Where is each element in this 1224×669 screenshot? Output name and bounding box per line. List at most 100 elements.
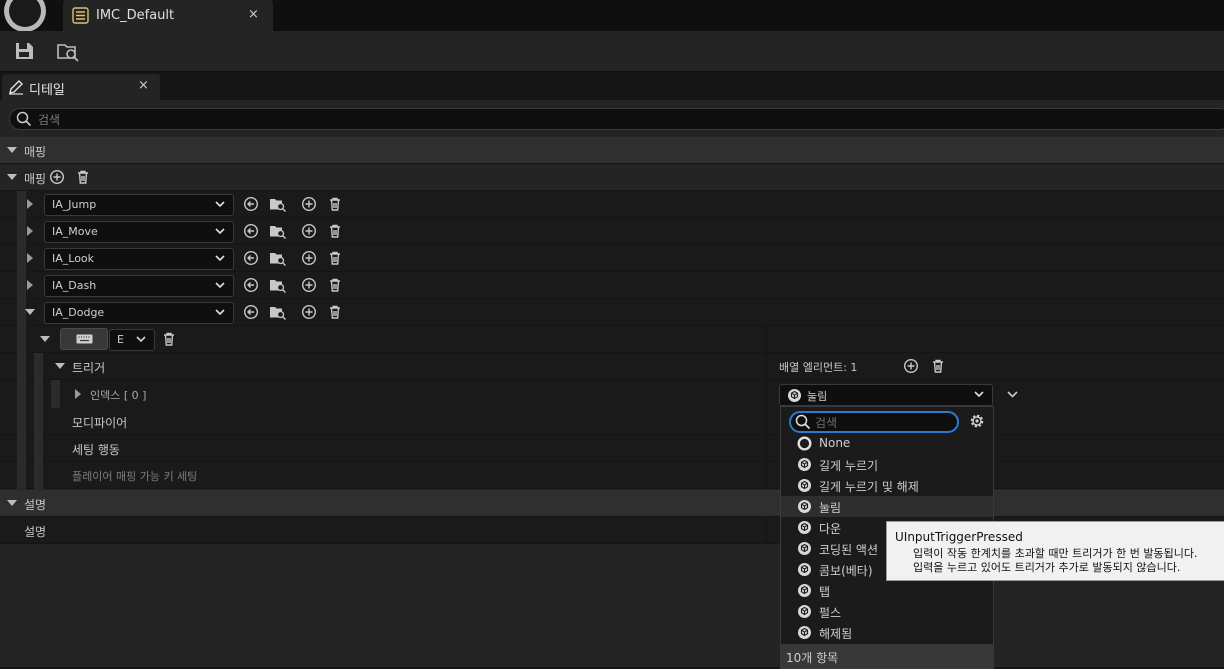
document-tab[interactable]: IMC_Default ×: [63, 0, 273, 31]
collapse-arrow-icon[interactable]: [7, 500, 17, 506]
none-icon: [797, 436, 812, 451]
use-selected-icon[interactable]: [243, 304, 259, 320]
close-icon[interactable]: ×: [248, 7, 259, 22]
section-description[interactable]: 설명: [0, 490, 1224, 517]
mappings-array-row: 매핑: [0, 164, 1224, 191]
menu-item-label: 코딩된 액션: [819, 543, 879, 557]
trigger-icon: [787, 388, 802, 403]
browse-asset-icon: [57, 44, 79, 62]
browse-asset-icon[interactable]: [269, 277, 287, 293]
trash-icon[interactable]: [930, 358, 946, 374]
use-selected-icon[interactable]: [243, 277, 259, 293]
tab-details[interactable]: 디테일 ×: [2, 74, 160, 100]
browse-asset-icon[interactable]: [269, 304, 287, 320]
section-mappings[interactable]: 매핑: [0, 137, 1224, 164]
collapse-arrow-icon[interactable]: [40, 336, 50, 342]
modifiers-label: 모디파이어: [72, 416, 128, 430]
expand-arrow-icon[interactable]: [27, 253, 33, 263]
input-action-combo[interactable]: IA_Dodge: [44, 302, 234, 324]
collapse-arrow-icon[interactable]: [7, 174, 17, 180]
trigger-icon: [797, 499, 812, 514]
input-action-combo[interactable]: IA_Look: [44, 248, 234, 270]
expand-arrow-icon[interactable]: [27, 280, 33, 290]
menu-item[interactable]: 펄스: [781, 601, 993, 622]
menu-search-placeholder: 검색: [815, 416, 838, 430]
trash-icon[interactable]: [327, 277, 343, 293]
trash-icon[interactable]: [327, 250, 343, 266]
key-combo[interactable]: E: [109, 329, 155, 351]
use-selected-icon[interactable]: [243, 196, 259, 212]
mapping-row: IA_Dodge: [0, 299, 1224, 326]
section-description-label: 설명: [24, 498, 47, 512]
chevron-down-icon: [215, 253, 225, 263]
menu-item[interactable]: 눌림: [781, 496, 993, 517]
add-element-icon[interactable]: [301, 277, 317, 293]
key-value: E: [117, 333, 124, 346]
player-mappable-row: 플레이어 매핑 가능 키 세팅: [0, 462, 1224, 489]
search-input[interactable]: 검색: [9, 108, 1224, 130]
trigger-icon: [797, 478, 812, 493]
menu-item[interactable]: 탭: [781, 580, 993, 601]
tab-details-label: 디테일: [29, 83, 65, 98]
browse-asset-icon[interactable]: [269, 223, 287, 239]
input-mapping-context-icon: [72, 7, 89, 24]
menu-item[interactable]: 길게 누르기 및 해제: [781, 475, 993, 496]
section-mappings-label: 매핑: [24, 145, 47, 159]
trash-icon[interactable]: [327, 196, 343, 212]
input-action-combo[interactable]: IA_Jump: [44, 194, 234, 216]
browse-asset-icon[interactable]: [269, 250, 287, 266]
menu-item[interactable]: 해제됨: [781, 622, 993, 643]
add-element-icon[interactable]: [301, 223, 317, 239]
chevron-down-icon: [974, 389, 984, 399]
menu-item[interactable]: 길게 누르기: [781, 454, 993, 475]
add-element-icon[interactable]: [301, 196, 317, 212]
browse-asset-button[interactable]: [55, 38, 81, 64]
trigger-index-row: 인덱스 [ 0 ] 눌림: [0, 380, 1224, 409]
trash-icon[interactable]: [161, 331, 177, 347]
trigger-type-combo[interactable]: 눌림: [779, 384, 993, 406]
tooltip: UInputTriggerPressed 입력이 작동 한계치를 초과할 때만 …: [886, 521, 1224, 581]
trigger-icon: [797, 604, 812, 619]
expand-arrow-icon[interactable]: [27, 226, 33, 236]
browse-asset-icon[interactable]: [269, 196, 287, 212]
player-mappable-label: 플레이어 매핑 가능 키 세팅: [72, 470, 198, 483]
chevron-down-icon: [215, 226, 225, 236]
menu-item[interactable]: None: [781, 433, 993, 454]
description-label: 설명: [24, 525, 47, 539]
title-bar: IMC_Default ×: [0, 0, 1224, 32]
use-selected-icon[interactable]: [243, 223, 259, 239]
trash-icon[interactable]: [327, 223, 343, 239]
unreal-logo[interactable]: [4, 0, 46, 32]
menu-item-label: 눌림: [819, 501, 842, 515]
document-tab-title: IMC_Default: [96, 8, 175, 23]
add-element-icon[interactable]: [301, 250, 317, 266]
gear-icon[interactable]: [968, 412, 986, 430]
expand-arrow-icon[interactable]: [27, 199, 33, 209]
expand-arrow-icon[interactable]: [75, 389, 81, 399]
panel-tab-row: 디테일 ×: [0, 72, 1224, 100]
input-action-name: IA_Jump: [52, 198, 97, 211]
use-selected-icon[interactable]: [243, 250, 259, 266]
chevron-down-icon[interactable]: [1007, 389, 1018, 399]
chevron-down-icon: [136, 334, 146, 344]
add-element-icon[interactable]: [49, 169, 65, 185]
add-element-icon[interactable]: [903, 358, 919, 374]
trash-icon[interactable]: [75, 169, 91, 185]
input-action-name: IA_Dodge: [52, 306, 105, 319]
add-element-icon[interactable]: [301, 304, 317, 320]
input-action-combo[interactable]: IA_Dash: [44, 275, 234, 297]
collapse-arrow-icon[interactable]: [7, 147, 17, 153]
save-button[interactable]: [11, 38, 37, 64]
input-action-combo[interactable]: IA_Move: [44, 221, 234, 243]
menu-item-count: 10개 항목: [786, 651, 839, 665]
menu-search-input[interactable]: 검색: [789, 411, 959, 433]
collapse-arrow-icon[interactable]: [55, 363, 65, 369]
collapse-arrow-icon[interactable]: [25, 309, 35, 315]
close-icon[interactable]: ×: [138, 78, 149, 93]
chevron-down-icon: [215, 199, 225, 209]
key-selector-button[interactable]: [60, 328, 108, 350]
trigger-icon: [797, 457, 812, 472]
trash-icon[interactable]: [327, 304, 343, 320]
triggers-row: 트리거 배열 엘리먼트: 1: [0, 353, 1224, 380]
mapping-row: IA_Jump: [0, 191, 1224, 218]
